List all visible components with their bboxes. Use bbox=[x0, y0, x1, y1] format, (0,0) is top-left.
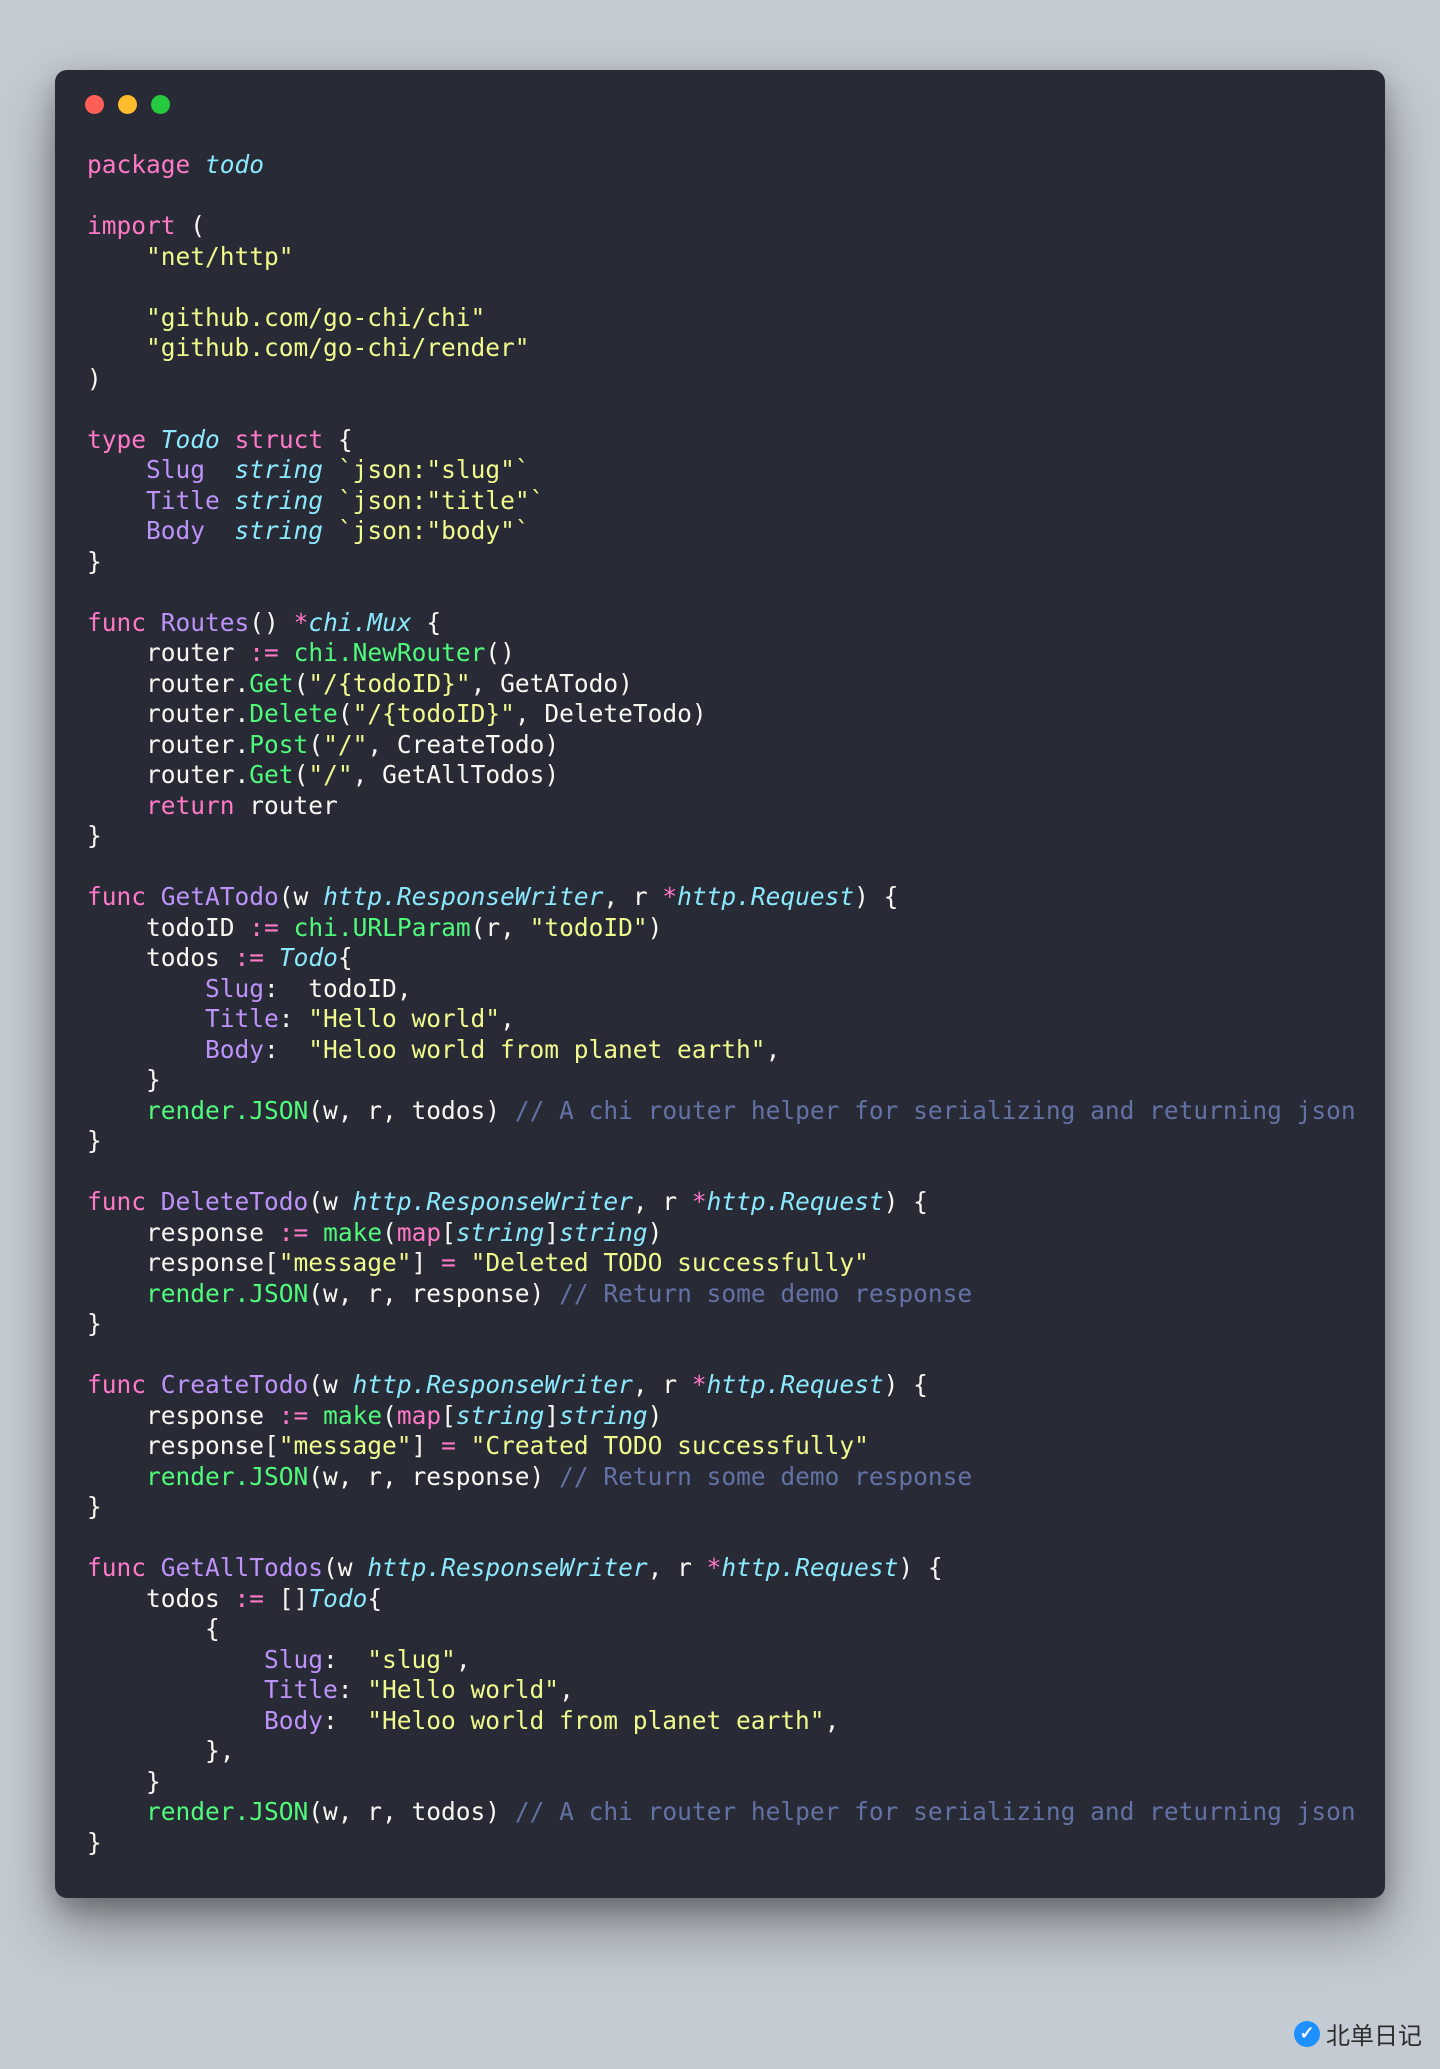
type-name: Todo bbox=[161, 425, 220, 454]
method: Get bbox=[249, 760, 293, 789]
func-name: GetAllTodos bbox=[161, 1553, 323, 1582]
import-path: "github.com/go-chi/render" bbox=[146, 333, 530, 362]
watermark-badge-icon: ✓ bbox=[1294, 2021, 1320, 2047]
method: Delete bbox=[249, 699, 338, 728]
kw-import: import bbox=[87, 211, 176, 240]
var: router bbox=[146, 638, 235, 667]
zoom-icon[interactable] bbox=[151, 95, 170, 114]
kw-string: string bbox=[235, 455, 324, 484]
kw-func: func bbox=[87, 608, 146, 637]
kw-type: type bbox=[87, 425, 146, 454]
comment: // A chi router helper for serializing a… bbox=[515, 1797, 1356, 1826]
kw-package: package bbox=[87, 150, 190, 179]
package-name: todo bbox=[205, 150, 264, 179]
field-name: Title bbox=[146, 486, 220, 515]
field-name: Slug bbox=[146, 455, 205, 484]
method: Get bbox=[249, 669, 293, 698]
call: chi.NewRouter bbox=[294, 638, 486, 667]
field-tag: `json:"title"` bbox=[338, 486, 545, 515]
close-icon[interactable] bbox=[85, 95, 104, 114]
func-name: Routes bbox=[161, 608, 250, 637]
kw-struct: struct bbox=[235, 425, 324, 454]
func-name: CreateTodo bbox=[161, 1370, 309, 1399]
code-window: package todo import ( "net/http" "github… bbox=[55, 70, 1385, 1898]
import-path: "github.com/go-chi/chi" bbox=[146, 303, 485, 332]
code-block: package todo import ( "net/http" "github… bbox=[83, 150, 1357, 1858]
watermark-text: 北单日记 bbox=[1326, 2016, 1422, 2051]
field-name: Body bbox=[146, 516, 205, 545]
kw-string: string bbox=[235, 516, 324, 545]
page: package todo import ( "net/http" "github… bbox=[0, 0, 1440, 2069]
func-name: DeleteTodo bbox=[161, 1187, 309, 1216]
import-path: "net/http" bbox=[146, 242, 294, 271]
method: Post bbox=[249, 730, 308, 759]
func-name: GetATodo bbox=[161, 882, 279, 911]
field-tag: `json:"body"` bbox=[338, 516, 530, 545]
watermark: ✓ 北单日记 bbox=[1294, 2016, 1422, 2051]
minimize-icon[interactable] bbox=[118, 95, 137, 114]
ret-type: chi.Mux bbox=[308, 608, 411, 637]
comment: // A chi router helper for serializing a… bbox=[515, 1096, 1356, 1125]
field-tag: `json:"slug"` bbox=[338, 455, 530, 484]
window-titlebar bbox=[83, 95, 1357, 150]
comment: // Return some demo response bbox=[559, 1279, 972, 1308]
kw-return: return bbox=[146, 791, 235, 820]
comment: // Return some demo response bbox=[559, 1462, 972, 1491]
kw-string: string bbox=[235, 486, 324, 515]
